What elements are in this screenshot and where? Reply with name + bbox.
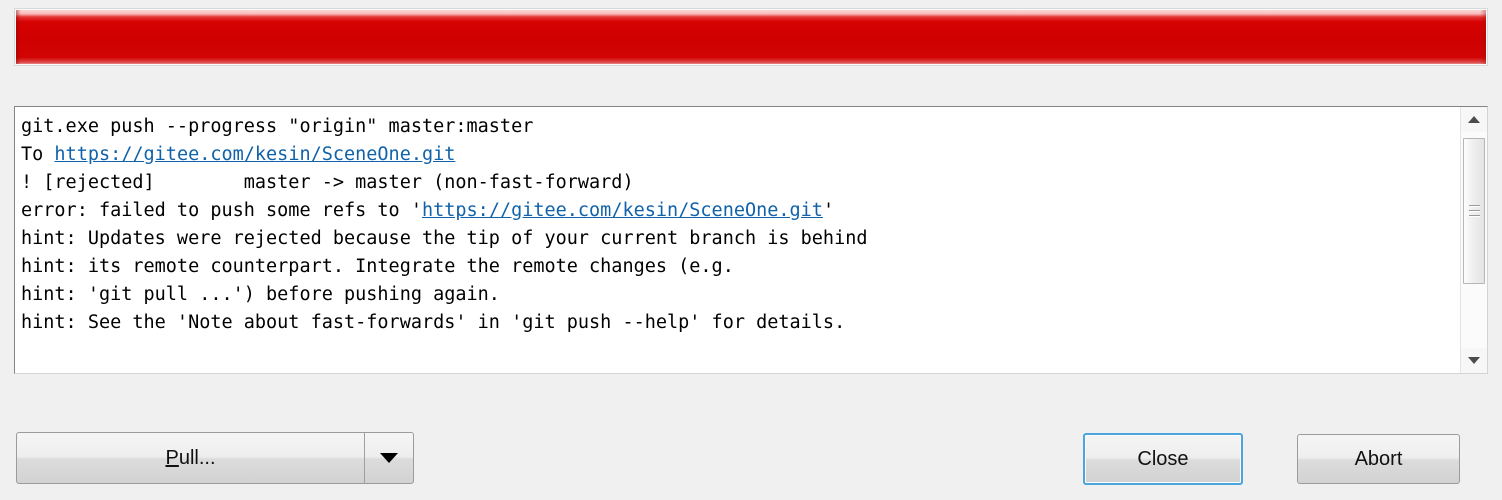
scrollbar-down-button[interactable] (1461, 348, 1487, 373)
line-command-text-0: git.exe push --progress "origin" master:… (21, 116, 534, 137)
close-button-label: Close (1137, 447, 1189, 470)
line-rejected-text-0: ! [rejected] master -> master (non-fast-… (21, 172, 634, 193)
pull-dropdown-toggle[interactable] (364, 433, 413, 483)
line-to-remote-link-1[interactable]: https://gitee.com/kesin/SceneOne.git (54, 144, 455, 165)
triangle-up-icon (1468, 116, 1480, 123)
line-error-link-1[interactable]: https://gitee.com/kesin/SceneOne.git (422, 200, 823, 221)
abort-button[interactable]: Abort (1297, 434, 1460, 484)
line-command: git.exe push --progress "origin" master:… (21, 113, 1460, 141)
line-rejected: ! [rejected] master -> master (non-fast-… (21, 169, 1460, 197)
triangle-down-icon (1468, 357, 1480, 364)
line-hint-3-text-0: hint: 'git pull ...') before pushing aga… (21, 284, 500, 305)
close-button[interactable]: Close (1083, 433, 1243, 485)
line-error-text-2: ' (822, 200, 835, 221)
line-hint-4-text-0: hint: See the 'Note about fast-forwards'… (21, 312, 846, 333)
push-progress-bar (14, 8, 1488, 66)
caret-down-icon (380, 453, 398, 463)
scrollbar-track[interactable] (1461, 132, 1487, 348)
line-hint-2-text-0: hint: its remote counterpart. Integrate … (21, 256, 734, 277)
abort-button-label: Abort (1354, 447, 1403, 470)
line-hint-3: hint: 'git pull ...') before pushing aga… (21, 281, 1460, 309)
line-to-remote: To https://gitee.com/kesin/SceneOne.git (21, 141, 1460, 169)
line-hint-1: hint: Updates were rejected because the … (21, 225, 1460, 253)
pull-button-label-area[interactable]: Pull... (17, 433, 364, 483)
scrollbar-up-button[interactable] (1461, 107, 1487, 132)
pull-button[interactable]: Pull... (16, 432, 414, 484)
git-output-console[interactable]: git.exe push --progress "origin" master:… (14, 106, 1488, 374)
line-to-remote-text-0: To (21, 144, 55, 165)
progress-bar-fill (16, 10, 1486, 64)
scrollbar-thumb[interactable] (1463, 138, 1485, 284)
grip-lines-icon (1468, 202, 1480, 220)
pull-button-label: Pull... (165, 446, 216, 469)
line-hint-2: hint: its remote counterpart. Integrate … (21, 253, 1460, 281)
line-hint-1-text-0: hint: Updates were rejected because the … (21, 228, 868, 249)
console-text-area[interactable]: git.exe push --progress "origin" master:… (15, 107, 1460, 373)
console-scrollbar[interactable] (1460, 107, 1487, 373)
line-error: error: failed to push some refs to 'http… (21, 197, 1460, 225)
line-hint-4: hint: See the 'Note about fast-forwards'… (21, 309, 1460, 337)
line-error-text-0: error: failed to push some refs to ' (21, 200, 422, 221)
